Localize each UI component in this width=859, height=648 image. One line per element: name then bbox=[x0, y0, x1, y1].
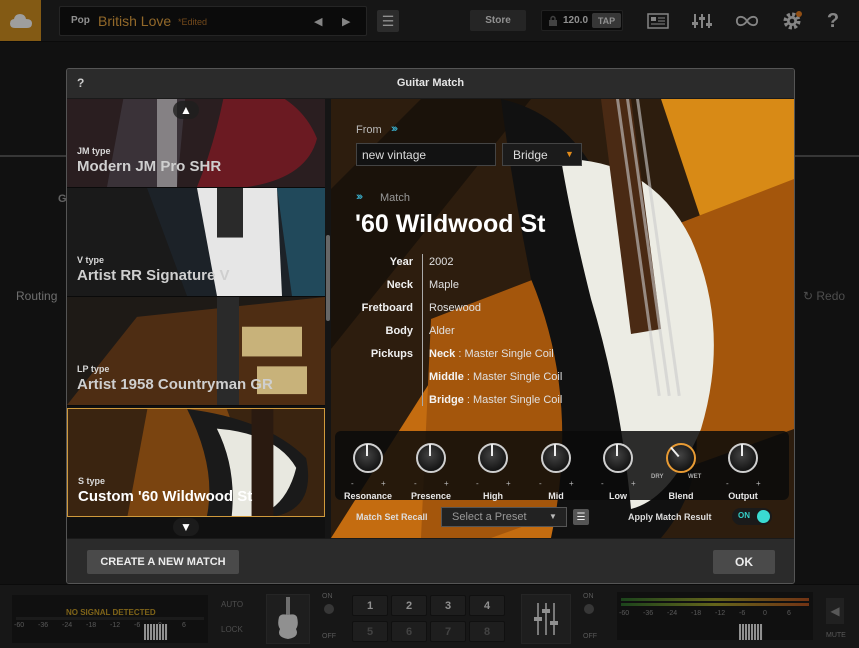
blend-knob[interactable]: Blend bbox=[662, 439, 700, 501]
knob-pointer bbox=[429, 444, 431, 456]
knob-label: Output bbox=[728, 491, 758, 501]
spec-pickup-bridge: Bridge : Master Single Coil bbox=[429, 394, 563, 406]
knob-label: High bbox=[483, 491, 503, 501]
guitar-type: LP type bbox=[77, 364, 110, 374]
knob-pointer bbox=[491, 444, 493, 456]
spec-pickup-neck: Neck : Master Single Coil bbox=[429, 348, 554, 360]
spec-pickup-middle: Middle : Master Single Coil bbox=[429, 371, 563, 383]
low-knob[interactable]: - + Low bbox=[599, 439, 637, 501]
scroll-down-arrow-icon[interactable]: ▼ bbox=[173, 518, 199, 536]
match-detail-panel: From ››› Bridge ▼ ››› Match '60 Wildwood… bbox=[331, 99, 794, 538]
knob-label: Presence bbox=[410, 491, 452, 501]
guitar-list-item-lp[interactable]: LP type Artist 1958 Countryman GR bbox=[67, 297, 325, 406]
scroll-up-arrow-icon[interactable]: ▲ bbox=[173, 101, 199, 119]
dropdown-caret-icon: ▼ bbox=[549, 512, 557, 521]
spec-neck-value: Maple bbox=[429, 279, 459, 291]
knob-plus-label: + bbox=[506, 479, 511, 488]
knob-minus-label: - bbox=[601, 479, 604, 488]
spec-body-label: Body bbox=[385, 325, 414, 337]
dialog-footer: CREATE A NEW MATCH OK bbox=[67, 538, 794, 583]
guitar-list-item-v[interactable]: V type Artist RR Signature V bbox=[67, 188, 325, 297]
knob-label: Resonance bbox=[343, 491, 393, 501]
spec-year-value: 2002 bbox=[429, 256, 454, 268]
knob-plus-label: + bbox=[756, 479, 761, 488]
guitar-list: JM type Modern JM Pro SHR V type Artist … bbox=[67, 99, 331, 538]
knob-minus-label: - bbox=[414, 479, 417, 488]
knob-plus-label: + bbox=[381, 479, 386, 488]
output-knob[interactable]: - + Output bbox=[724, 439, 762, 501]
dialog-title: Guitar Match bbox=[396, 77, 465, 89]
apply-match-toggle[interactable]: ON bbox=[732, 508, 772, 525]
match-preset-placeholder: Select a Preset bbox=[452, 511, 527, 523]
guitar-name: Artist 1958 Countryman GR bbox=[77, 376, 273, 393]
knob-cap bbox=[541, 443, 571, 473]
knob-plus-label: + bbox=[569, 479, 574, 488]
match-chevron-icon: ››› bbox=[356, 191, 363, 203]
guitar-type: JM type bbox=[77, 146, 111, 156]
guitar-match-dialog: ? Guitar Match JM type Modern JM Pro SHR… bbox=[66, 68, 795, 584]
knob-minus-label: - bbox=[726, 479, 729, 488]
dropdown-caret-icon: ▼ bbox=[565, 149, 574, 159]
guitar-type: S type bbox=[78, 476, 106, 486]
guitar-name: Modern JM Pro SHR bbox=[77, 158, 222, 175]
list-scrollbar-thumb[interactable] bbox=[326, 235, 330, 321]
recall-menu-icon[interactable]: ☰ bbox=[573, 509, 589, 525]
ok-button[interactable]: OK bbox=[713, 550, 775, 574]
knob-cap bbox=[478, 443, 508, 473]
knob-cap bbox=[416, 443, 446, 473]
spec-fretboard-value: Rosewood bbox=[429, 302, 481, 314]
knob-pointer bbox=[741, 444, 743, 456]
blend-wet-label: WET bbox=[688, 474, 702, 480]
guitar-list-item-s[interactable]: S type Custom '60 Wildwood St bbox=[67, 408, 325, 517]
from-chevron-icon: ››› bbox=[391, 123, 398, 135]
knob-cap bbox=[353, 443, 383, 473]
spec-body-value: Alder bbox=[429, 325, 455, 337]
knob-plus-label: + bbox=[444, 479, 449, 488]
knob-plus-label: + bbox=[631, 479, 636, 488]
apply-match-label: Apply Match Result bbox=[628, 512, 712, 522]
guitar-type: V type bbox=[77, 255, 105, 265]
toggle-knob bbox=[757, 510, 770, 523]
knob-cap bbox=[603, 443, 633, 473]
pickup-position-select[interactable]: Bridge ▼ bbox=[502, 143, 582, 166]
spec-divider bbox=[422, 254, 423, 406]
toggle-state-label: ON bbox=[738, 511, 750, 520]
create-new-match-button[interactable]: CREATE A NEW MATCH bbox=[87, 550, 239, 574]
from-label: From bbox=[356, 124, 382, 136]
knob-pointer bbox=[616, 444, 618, 456]
match-preset-select[interactable]: Select a Preset ▼ bbox=[441, 507, 567, 527]
guitar-name: Custom '60 Wildwood St bbox=[78, 488, 253, 505]
guitar-name: Artist RR Signature V bbox=[77, 267, 230, 284]
from-guitar-input[interactable] bbox=[356, 143, 496, 166]
knob-label: Blend bbox=[668, 491, 694, 501]
spec-fretboard-label: Fretboard bbox=[361, 302, 413, 314]
match-set-recall-label: Match Set Recall bbox=[356, 512, 428, 522]
knob-cap bbox=[728, 443, 758, 473]
mid-knob[interactable]: - + Mid bbox=[537, 439, 575, 501]
knob-minus-label: - bbox=[539, 479, 542, 488]
spec-pickups-label: Pickups bbox=[370, 348, 413, 360]
matched-guitar-title: '60 Wildwood St bbox=[355, 210, 546, 238]
knob-minus-label: - bbox=[476, 479, 479, 488]
knob-label: Low bbox=[609, 491, 627, 501]
knob-label: Mid bbox=[548, 491, 564, 501]
high-knob[interactable]: - + High bbox=[474, 439, 512, 501]
resonance-knob[interactable]: - + Resonance bbox=[344, 439, 392, 501]
spec-neck-label: Neck bbox=[386, 279, 413, 291]
blend-dry-label: DRY bbox=[651, 474, 664, 480]
presence-knob[interactable]: - + Presence bbox=[411, 439, 451, 501]
spec-year-label: Year bbox=[389, 256, 413, 268]
knob-minus-label: - bbox=[351, 479, 354, 488]
dialog-header: ? Guitar Match bbox=[67, 69, 794, 99]
tone-knob-panel: - + Resonance - + Presence - + High - + Mid - + Lo… bbox=[335, 431, 789, 501]
knob-pointer bbox=[554, 444, 556, 456]
pickup-position-value: Bridge bbox=[513, 148, 548, 162]
match-label: Match bbox=[380, 192, 410, 204]
knob-pointer bbox=[366, 444, 368, 456]
